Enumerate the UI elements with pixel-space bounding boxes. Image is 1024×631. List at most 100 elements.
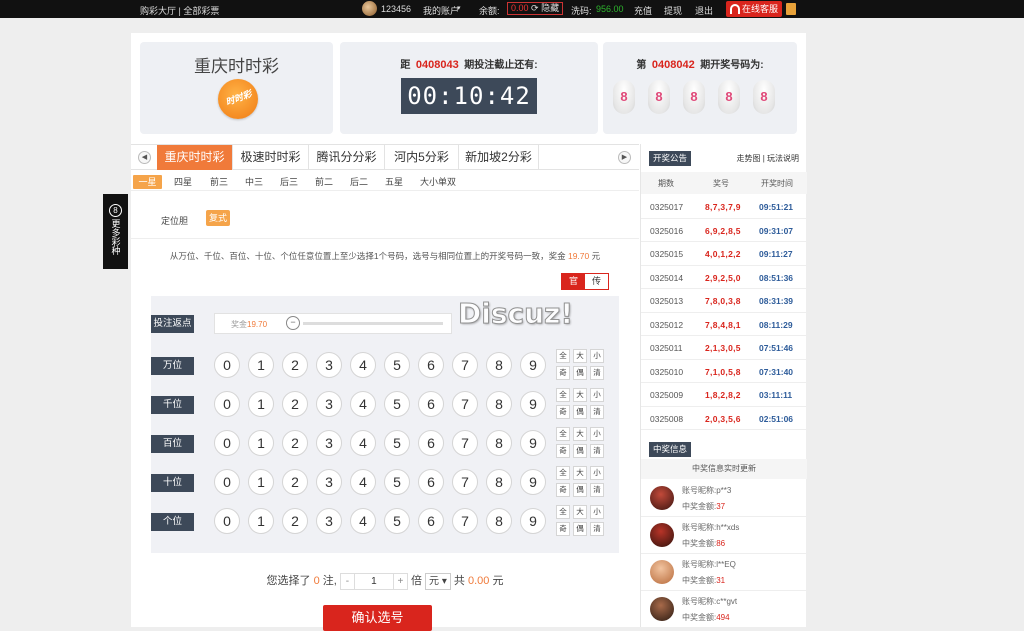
quick-select-button[interactable]: 小	[590, 388, 604, 402]
digit-button[interactable]: 0	[214, 508, 240, 534]
digit-button[interactable]: 8	[486, 430, 512, 456]
rebate-slider-handle[interactable]: −	[286, 316, 300, 330]
quick-select-button[interactable]: 全	[556, 505, 570, 519]
digit-button[interactable]: 6	[418, 508, 444, 534]
digit-button[interactable]: 0	[214, 469, 240, 495]
digit-button[interactable]: 9	[520, 430, 546, 456]
tabs-next-icon[interactable]: ▶	[618, 151, 631, 164]
digit-button[interactable]: 5	[384, 508, 410, 534]
quick-select-button[interactable]: 大	[573, 349, 587, 363]
digit-button[interactable]: 3	[316, 469, 342, 495]
chevron-down-icon[interactable]: ▾	[457, 4, 461, 12]
quick-select-button[interactable]: 大	[573, 427, 587, 441]
digit-button[interactable]: 8	[486, 469, 512, 495]
tab-jsssc[interactable]: 极速时时彩	[233, 145, 309, 170]
digit-button[interactable]: 0	[214, 430, 240, 456]
plus-button[interactable]: +	[392, 573, 407, 589]
digit-button[interactable]: 8	[486, 352, 512, 378]
confirm-selection-button[interactable]: 确认选号	[323, 605, 432, 631]
quick-select-button[interactable]: 全	[556, 466, 570, 480]
quick-select-button[interactable]: 清	[590, 405, 604, 419]
avatar[interactable]	[362, 1, 377, 16]
unit-select[interactable]: 元 ▾	[425, 572, 451, 590]
minus-button[interactable]: -	[341, 573, 355, 589]
refresh-icon[interactable]: ⟳	[531, 3, 539, 13]
digit-button[interactable]: 4	[350, 469, 376, 495]
quick-select-button[interactable]: 偶	[573, 522, 587, 536]
subtab-back2[interactable]: 后二	[345, 175, 373, 189]
tabs-prev-icon[interactable]: ◀	[138, 151, 151, 164]
traditional-mode-button[interactable]: 传	[585, 274, 608, 289]
digit-button[interactable]: 9	[520, 508, 546, 534]
digit-button[interactable]: 3	[316, 391, 342, 417]
digit-button[interactable]: 2	[282, 352, 308, 378]
hide-balance-link[interactable]: 隐藏	[541, 3, 559, 13]
digit-button[interactable]: 8	[486, 508, 512, 534]
logout-link[interactable]: 退出	[695, 4, 713, 17]
digit-button[interactable]: 5	[384, 391, 410, 417]
quick-select-button[interactable]: 奇	[556, 405, 570, 419]
quick-select-button[interactable]: 全	[556, 388, 570, 402]
quick-select-button[interactable]: 小	[590, 505, 604, 519]
quick-select-button[interactable]: 小	[590, 349, 604, 363]
digit-button[interactable]: 1	[248, 352, 274, 378]
quick-select-button[interactable]: 偶	[573, 444, 587, 458]
quick-select-button[interactable]: 清	[590, 522, 604, 536]
quick-select-button[interactable]: 奇	[556, 366, 570, 380]
digit-button[interactable]: 4	[350, 430, 376, 456]
quick-select-button[interactable]: 全	[556, 349, 570, 363]
digit-button[interactable]: 5	[384, 352, 410, 378]
gift-icon[interactable]	[786, 3, 796, 15]
digit-button[interactable]: 2	[282, 430, 308, 456]
online-service-button[interactable]: 在线客服	[726, 1, 782, 17]
digit-button[interactable]: 6	[418, 430, 444, 456]
quick-select-button[interactable]: 偶	[573, 366, 587, 380]
quick-select-button[interactable]: 清	[590, 444, 604, 458]
digit-button[interactable]: 7	[452, 352, 478, 378]
digit-button[interactable]: 7	[452, 391, 478, 417]
tab-hn5fc[interactable]: 河内5分彩	[385, 145, 459, 170]
tab-cqssc[interactable]: 重庆时时彩	[157, 145, 233, 170]
subtab-4star[interactable]: 四星	[169, 175, 197, 189]
top-nav[interactable]: 购彩大厅 | 全部彩票	[140, 4, 219, 17]
digit-button[interactable]: 5	[384, 430, 410, 456]
digit-button[interactable]: 7	[452, 508, 478, 534]
quick-select-button[interactable]: 清	[590, 366, 604, 380]
digit-button[interactable]: 2	[282, 469, 308, 495]
digit-button[interactable]: 5	[384, 469, 410, 495]
subtab-back3[interactable]: 后三	[275, 175, 303, 189]
digit-button[interactable]: 7	[452, 430, 478, 456]
official-mode-button[interactable]: 官	[562, 274, 585, 289]
digit-button[interactable]: 0	[214, 391, 240, 417]
digit-button[interactable]: 9	[520, 391, 546, 417]
digit-button[interactable]: 3	[316, 352, 342, 378]
subtab-mid3[interactable]: 中三	[240, 175, 268, 189]
quick-select-button[interactable]: 大	[573, 466, 587, 480]
subtab-1star[interactable]: 一星	[133, 175, 162, 189]
withdraw-link[interactable]: 提现	[664, 4, 682, 17]
quick-select-button[interactable]: 清	[590, 483, 604, 497]
tab-txffc[interactable]: 腾讯分分彩	[309, 145, 385, 170]
digit-button[interactable]: 3	[316, 508, 342, 534]
quick-select-button[interactable]: 小	[590, 466, 604, 480]
digit-button[interactable]: 3	[316, 430, 342, 456]
subtab-front3[interactable]: 前三	[205, 175, 233, 189]
digit-button[interactable]: 6	[418, 391, 444, 417]
quick-select-button[interactable]: 偶	[573, 483, 587, 497]
subtab-5star[interactable]: 五星	[380, 175, 408, 189]
digit-button[interactable]: 4	[350, 352, 376, 378]
digit-button[interactable]: 4	[350, 391, 376, 417]
quick-select-button[interactable]: 奇	[556, 483, 570, 497]
quick-select-button[interactable]: 大	[573, 505, 587, 519]
digit-button[interactable]: 9	[520, 469, 546, 495]
digit-button[interactable]: 1	[248, 508, 274, 534]
digit-button[interactable]: 4	[350, 508, 376, 534]
multiplier-input[interactable]: 1	[355, 574, 393, 589]
tab-xjp2fc[interactable]: 新加坡2分彩	[459, 145, 539, 170]
trend-links[interactable]: 走势图 | 玩法说明	[736, 153, 799, 164]
digit-button[interactable]: 6	[418, 352, 444, 378]
recharge-link[interactable]: 充值	[634, 4, 652, 17]
digit-button[interactable]: 9	[520, 352, 546, 378]
quick-select-button[interactable]: 小	[590, 427, 604, 441]
digit-button[interactable]: 2	[282, 391, 308, 417]
